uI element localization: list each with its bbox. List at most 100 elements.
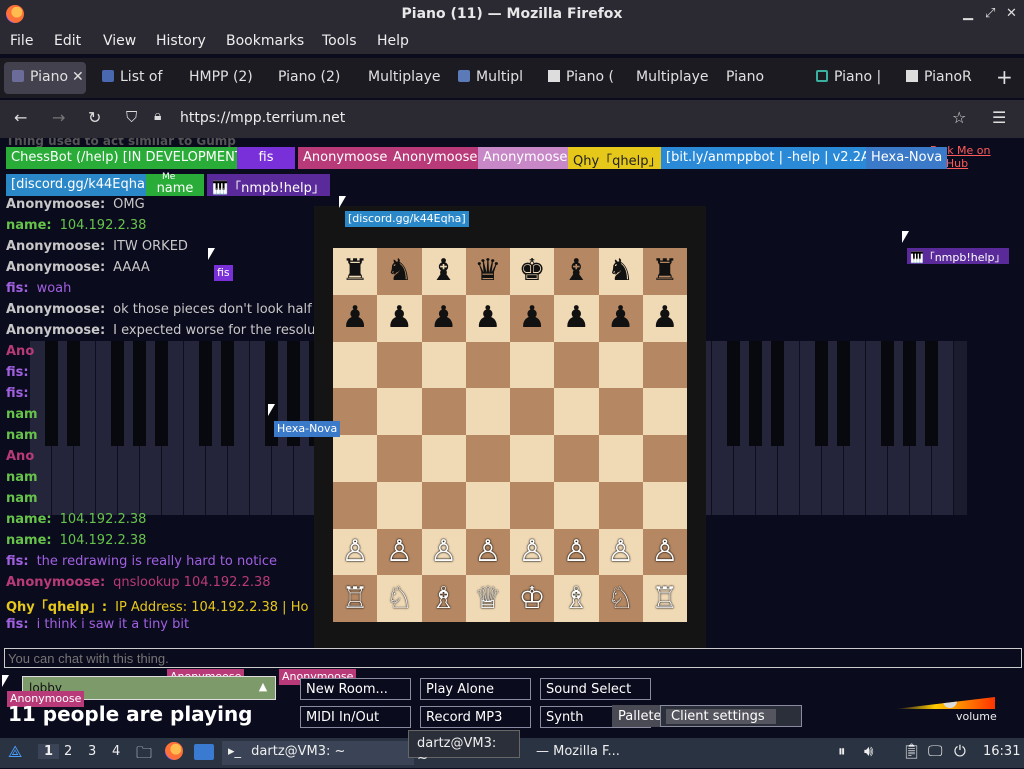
chess-square[interactable] <box>465 341 510 389</box>
chat-author[interactable]: Anonymoose: <box>6 323 105 338</box>
midi-button[interactable]: MIDI In/Out <box>300 706 411 728</box>
chat-author[interactable]: Anonymoose: <box>6 575 105 590</box>
tab-piano-active[interactable]: Piano ✕ <box>4 62 86 94</box>
chess-square[interactable] <box>377 341 422 389</box>
chess-piece[interactable]: ♝ <box>563 256 590 286</box>
menu-help[interactable]: Help <box>377 33 409 49</box>
user-badge-me[interactable]: Me name <box>146 172 204 196</box>
tab-piano-5[interactable]: Piano | <box>808 62 890 94</box>
chess-board-window[interactable]: ♜ ♞ ♝ ♛ ♚ ♝ ♞ ♜ ♟ ♟ ♟ ♟ ♟ ♟ ♟ ♟ ♙ ♙ ♙ ♙ ♙ ♙ ♙ ♙ ♖ ♘ ♗ ♕ ♔ ♗ ♘ ♖ <box>314 206 706 650</box>
chess-square[interactable]: ♝ <box>421 248 466 295</box>
chess-square[interactable]: ♕ <box>465 575 510 622</box>
chess-square[interactable]: ♝ <box>554 248 599 295</box>
chess-square[interactable]: ♟ <box>510 294 555 342</box>
user-badge[interactable]: fis <box>237 147 295 169</box>
new-tab-icon[interactable]: + <box>990 62 1020 94</box>
chess-piece[interactable]: ♟ <box>474 303 501 333</box>
user-badge[interactable]: ChessBot (/help) [IN DEVELOPMENT] <box>6 147 253 169</box>
desktop-icon[interactable] <box>194 744 214 760</box>
chess-piece[interactable]: ♟ <box>651 303 678 333</box>
chess-square[interactable]: ♟ <box>465 294 510 342</box>
chess-square[interactable]: ♗ <box>554 575 599 622</box>
chat-author[interactable]: name: <box>6 533 52 548</box>
workspace-3[interactable]: 3 <box>88 744 96 759</box>
chat-author[interactable]: fis: <box>6 386 29 401</box>
chat-author[interactable]: nam <box>6 407 38 422</box>
piano-black-key[interactable] <box>815 341 828 446</box>
chess-square[interactable] <box>333 435 378 482</box>
chess-piece[interactable]: ♟ <box>342 303 369 333</box>
tab-piano-2[interactable]: Piano (2) <box>270 62 352 94</box>
chat-author[interactable]: Anonymoose: <box>6 239 105 254</box>
reload-icon[interactable]: ↻ <box>88 108 101 127</box>
chess-piece[interactable]: ♝ <box>430 256 457 286</box>
menu-view[interactable]: View <box>103 33 136 49</box>
chess-piece[interactable]: ♙ <box>430 536 457 567</box>
user-badge[interactable]: Anonymoose <box>478 147 573 169</box>
chess-square[interactable] <box>642 341 687 389</box>
chess-piece[interactable]: ♔ <box>519 583 546 614</box>
menu-tools[interactable]: Tools <box>322 33 357 49</box>
menu-edit[interactable]: Edit <box>54 33 81 49</box>
tab-piano-3[interactable]: Piano ( <box>540 62 622 94</box>
chess-piece[interactable]: ♘ <box>607 583 634 614</box>
chess-square[interactable] <box>642 481 687 529</box>
chess-square[interactable] <box>421 481 466 529</box>
pallete-button[interactable]: Pallete <box>612 705 662 727</box>
chess-square[interactable] <box>598 341 643 389</box>
chat-author[interactable]: fis: <box>6 617 29 632</box>
piano-black-key[interactable] <box>771 341 784 446</box>
chess-square[interactable]: ♘ <box>377 575 422 622</box>
chess-square[interactable] <box>554 481 599 529</box>
minimize-icon[interactable]: ▁ <box>963 6 973 21</box>
chat-author[interactable]: Ano <box>6 449 34 464</box>
file-manager-icon[interactable]: 🗀︎ <box>136 742 152 769</box>
firefox-launcher-icon[interactable] <box>165 742 183 760</box>
tab-list-of[interactable]: List of <box>94 62 172 94</box>
chess-piece[interactable]: ♖ <box>342 583 369 614</box>
chess-square[interactable] <box>465 388 510 435</box>
chess-square[interactable] <box>510 481 555 529</box>
chess-piece[interactable]: ♙ <box>474 536 501 567</box>
close-icon[interactable]: ✕ <box>1006 6 1017 21</box>
chess-square[interactable] <box>642 435 687 482</box>
piano-black-key[interactable] <box>155 341 168 446</box>
chess-square[interactable] <box>333 341 378 389</box>
chess-square[interactable] <box>510 388 555 435</box>
user-badge[interactable]: Hexa-Nova <box>866 147 948 169</box>
user-badge[interactable]: Anonymoose <box>298 147 393 169</box>
chess-square[interactable] <box>333 481 378 529</box>
volume-icon[interactable]: 🔊︎ <box>864 742 873 760</box>
piano-black-key[interactable] <box>111 341 124 446</box>
tab-hmpp[interactable]: HMPP (2) <box>181 62 263 94</box>
tab-pianor[interactable]: PianoR <box>898 62 980 94</box>
piano-black-key[interactable] <box>727 341 740 446</box>
bookmark-star-icon[interactable]: ☆ <box>952 108 966 127</box>
piano-black-key[interactable] <box>749 341 762 446</box>
chess-square[interactable]: ♟ <box>377 294 422 342</box>
piano-black-key[interactable] <box>67 341 80 446</box>
lock-icon[interactable]: 🔒︎ <box>154 108 161 124</box>
chess-piece[interactable]: ♞ <box>607 256 634 286</box>
sound-select-button[interactable]: Sound Select <box>540 678 651 700</box>
power-icon[interactable]: ⏻ <box>954 742 966 760</box>
url-bar[interactable]: https://mpp.terrium.net <box>180 110 345 126</box>
chess-square[interactable]: ♙ <box>465 528 510 576</box>
chat-author[interactable]: nam <box>6 470 38 485</box>
chess-piece[interactable]: ♟ <box>563 303 590 333</box>
user-badge[interactable]: 🎹「nmpb!help」 <box>207 174 330 196</box>
chat-author[interactable]: Qhy「qhelp」: <box>6 600 107 615</box>
pause-icon[interactable]: ⏸ <box>838 742 846 760</box>
chat-input[interactable] <box>4 648 1022 668</box>
firefox-task[interactable]: — Mozilla F... <box>536 744 620 759</box>
workspace-2[interactable]: 2 <box>64 744 72 759</box>
chat-author[interactable]: Ano <box>6 344 34 359</box>
chat-author[interactable]: fis: <box>6 365 29 380</box>
chess-piece[interactable]: ♗ <box>563 583 590 614</box>
chess-square[interactable] <box>554 341 599 389</box>
chat-author[interactable]: nam <box>6 491 38 506</box>
chess-square[interactable]: ♟ <box>554 294 599 342</box>
chess-square[interactable] <box>554 435 599 482</box>
chess-square[interactable]: ♜ <box>333 248 378 295</box>
chess-piece[interactable]: ♙ <box>651 536 678 567</box>
